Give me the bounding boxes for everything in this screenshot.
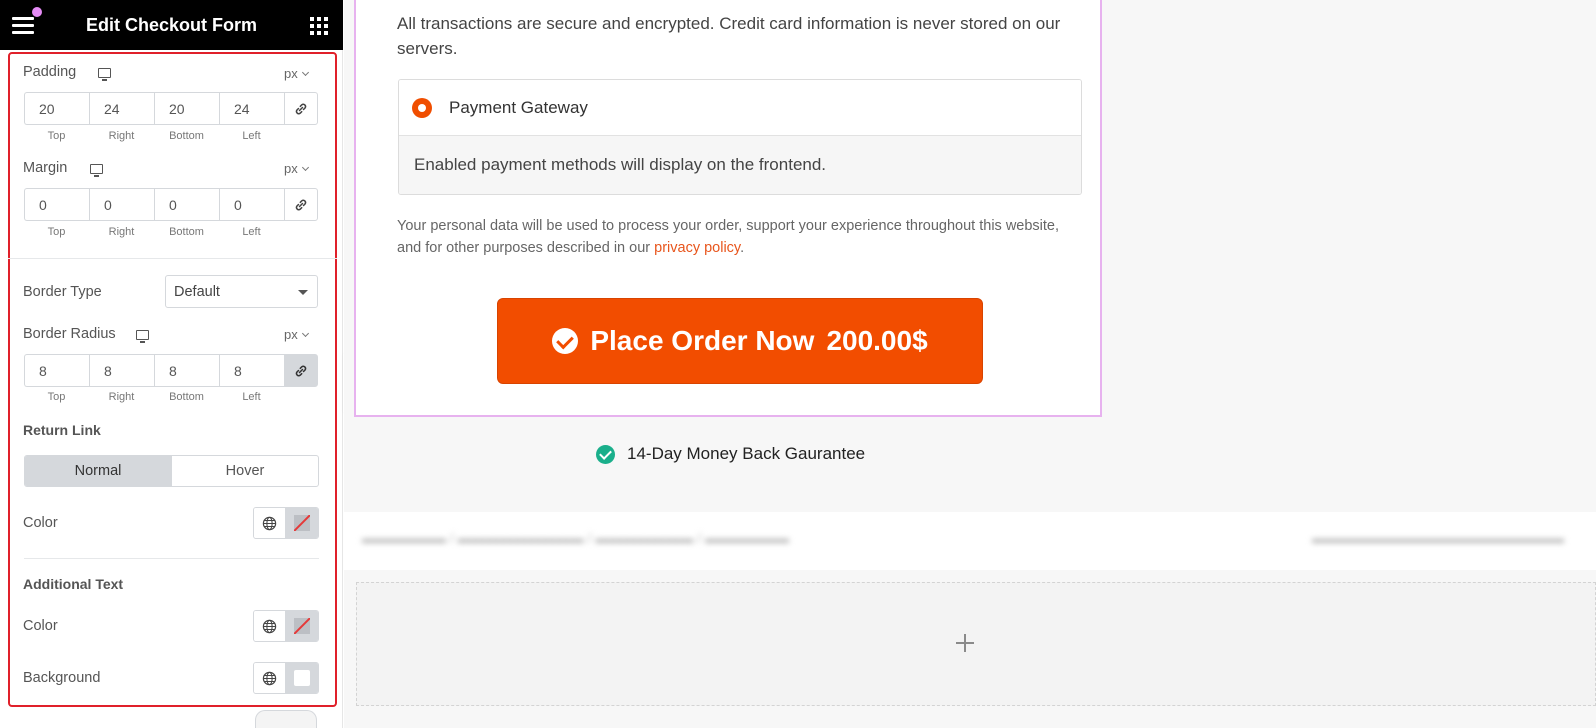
white-color-chip [294,670,310,686]
border-type-value: Default [174,284,220,300]
return-link-color-control [253,507,319,539]
radio-selected-icon[interactable] [412,98,432,118]
page-preview: All transactions are secure and encrypte… [344,0,1596,728]
no-color-chip [294,515,310,531]
additional-text-background-control [253,662,319,694]
globe-icon[interactable] [254,611,287,641]
link-values-icon[interactable] [284,92,318,125]
padding-right-input[interactable]: 24 [89,92,154,125]
copyright-blurred: ▬▬▬▬▬▬▬▬▬▬▬▬▬▬▬▬▬▬ [1312,530,1564,546]
margin-label: Margin [23,160,68,176]
caret-down-icon [298,290,308,295]
style-controls-highlight: Padding px 20 24 20 24 Top Right Bottom … [8,52,337,707]
site-footer: ▬▬▬▬▬▬ / ▬▬▬▬▬▬▬▬▬ / ▬▬▬▬▬▬▬ / ▬▬▬▬▬▬ ▬▬… [344,512,1596,570]
dim-label-left: Left [242,226,261,238]
color-swatch[interactable] [286,508,318,538]
privacy-notice-end: . [740,240,745,256]
payment-gateway-option[interactable]: Payment Gateway [399,80,1081,136]
tab-hover[interactable]: Hover [171,456,318,486]
check-circle-icon [552,328,579,354]
place-order-label: Place Order Now [590,325,815,356]
dim-label-bottom: Bottom [169,226,204,238]
color-swatch[interactable] [286,663,318,693]
margin-top-input[interactable]: 0 [24,188,89,221]
plus-icon[interactable] [955,633,975,653]
dim-label-top: Top [47,130,66,142]
color-swatch[interactable] [286,611,318,641]
secure-transactions-text: All transactions are secure and encrypte… [397,14,1061,58]
padding-bottom-input[interactable]: 20 [154,92,219,125]
dim-label-top: Top [47,391,66,403]
dim-label-right: Right [108,391,135,403]
margin-bottom-input[interactable]: 0 [154,188,219,221]
add-new-section-area[interactable] [356,582,1596,706]
margin-inputs: 0 0 0 0 [24,188,318,221]
payment-gateway-label: Payment Gateway [449,98,588,117]
dim-label-right: Right [108,226,135,238]
margin-dimension-labels: Top Right Bottom Left [24,226,284,238]
margin-left-input[interactable]: 0 [219,188,284,221]
return-link-state-tabs: Normal Hover [24,455,319,487]
link-values-icon[interactable] [284,188,318,221]
privacy-policy-link[interactable]: privacy policy [654,240,740,256]
panel-title: Edit Checkout Form [85,15,257,35]
additional-text-color-label: Color [23,618,58,634]
margin-right-input[interactable]: 0 [89,188,154,221]
payment-gateway-box: Payment Gateway Enabled payment methods … [398,79,1082,195]
money-back-guarantee: 14-Day Money Back Gaurantee [596,444,865,464]
no-color-chip [294,618,310,634]
dim-label-top: Top [47,226,66,238]
dim-label-right: Right [108,130,135,142]
globe-icon[interactable] [254,663,287,693]
border-radius-label: Border Radius [23,326,116,342]
radius-left-input[interactable]: 8 [219,354,284,387]
radius-dimension-labels: Top Right Bottom Left [24,391,284,403]
tab-normal[interactable]: Normal [25,456,171,486]
order-total: 200.00$ [826,325,928,356]
desktop-icon[interactable] [98,68,111,81]
radius-bottom-input[interactable]: 8 [154,354,219,387]
toggle-switch[interactable] [255,710,317,728]
checkout-form-widget[interactable]: All transactions are secure and encrypte… [354,0,1102,417]
desktop-icon[interactable] [90,164,103,177]
place-order-button[interactable]: Place Order Now 200.00$ [497,298,983,384]
padding-label: Padding [23,64,77,80]
border-type-select[interactable]: Default [165,275,318,308]
panel-header: Edit Checkout Form [0,0,343,50]
dim-label-bottom: Bottom [169,391,204,403]
padding-left-input[interactable]: 24 [219,92,284,125]
desktop-icon[interactable] [136,330,149,343]
footer-links-blurred: ▬▬▬▬▬▬ / ▬▬▬▬▬▬▬▬▬ / ▬▬▬▬▬▬▬ / ▬▬▬▬▬▬ [362,530,790,546]
padding-inputs: 20 24 20 24 [24,92,318,125]
dim-label-left: Left [242,130,261,142]
section-divider [8,258,337,259]
privacy-notice: Your personal data will be used to proce… [397,215,1087,259]
margin-unit-select[interactable]: px [284,161,309,176]
additional-text-heading: Additional Text [23,576,124,592]
editor-panel: Edit Checkout Form Padding px 20 24 20 2… [0,0,343,728]
check-circle-icon [596,444,615,464]
payment-gateway-description: Enabled payment methods will display on … [399,136,1081,194]
padding-dimension-labels: Top Right Bottom Left [24,130,284,142]
padding-top-input[interactable]: 20 [24,92,89,125]
guarantee-text: 14-Day Money Back Gaurantee [627,444,866,463]
radius-top-input[interactable]: 8 [24,354,89,387]
return-link-heading: Return Link [23,422,101,438]
border-type-label: Border Type [23,284,102,300]
widgets-grid-icon[interactable] [310,17,328,35]
section-divider [24,558,319,559]
link-values-icon[interactable] [284,354,318,387]
globe-icon[interactable] [254,508,287,538]
return-link-color-label: Color [23,515,58,531]
border-radius-inputs: 8 8 8 8 [24,354,318,387]
radius-right-input[interactable]: 8 [89,354,154,387]
dim-label-bottom: Bottom [169,130,204,142]
padding-unit-select[interactable]: px [284,66,309,81]
additional-text-color-control [253,610,319,642]
dim-label-left: Left [242,391,261,403]
additional-text-background-label: Background [23,670,101,686]
border-radius-unit-select[interactable]: px [284,327,309,342]
